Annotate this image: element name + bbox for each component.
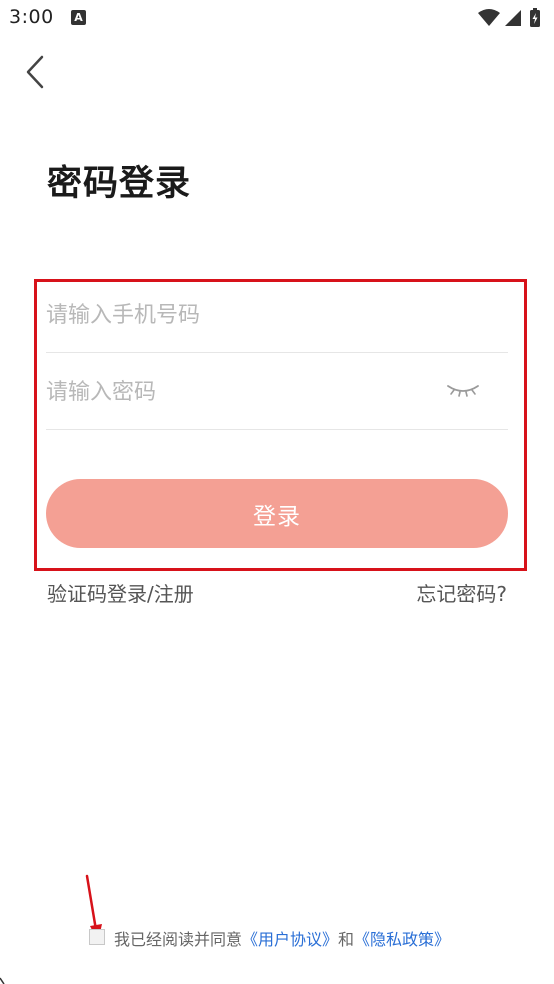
forgot-password-link[interactable]: 忘记密码? (416, 578, 507, 607)
privacy-policy-link[interactable]: 《隐私政策》 (354, 930, 450, 949)
agreement-checkbox[interactable] (89, 929, 105, 945)
agreement-conjunction: 和 (338, 930, 355, 949)
login-screen: 3:00 A 密码登录 请输入手机号码 登录 验证码登录/注册 忘记密码? 我已… (0, 0, 554, 984)
signal-icon (505, 10, 521, 26)
status-time: 3:00 (9, 6, 54, 28)
corner-mark-icon (0, 977, 5, 984)
phone-input[interactable] (46, 280, 426, 350)
notification-icon: A (71, 10, 86, 25)
login-button[interactable]: 登录 (46, 479, 508, 548)
password-field-container (46, 357, 508, 430)
agreement-row: 我已经阅读并同意《用户协议》和《隐私政策》 (89, 926, 450, 949)
wifi-icon (478, 9, 500, 26)
eye-closed-icon (447, 385, 479, 397)
back-button[interactable] (18, 52, 54, 92)
phone-field-container (46, 280, 508, 353)
agreement-prefix: 我已经阅读并同意 (114, 930, 243, 949)
sms-login-link[interactable]: 验证码登录/注册 (47, 578, 194, 607)
status-bar: 3:00 A (0, 0, 554, 38)
password-visibility-toggle[interactable] (446, 379, 480, 401)
page-title: 密码登录 (47, 164, 192, 204)
password-input[interactable] (46, 357, 426, 427)
battery-charging-icon (530, 8, 540, 27)
user-agreement-link[interactable]: 《用户协议》 (242, 930, 338, 949)
status-icons (476, 8, 548, 28)
chevron-left-icon (26, 55, 44, 89)
